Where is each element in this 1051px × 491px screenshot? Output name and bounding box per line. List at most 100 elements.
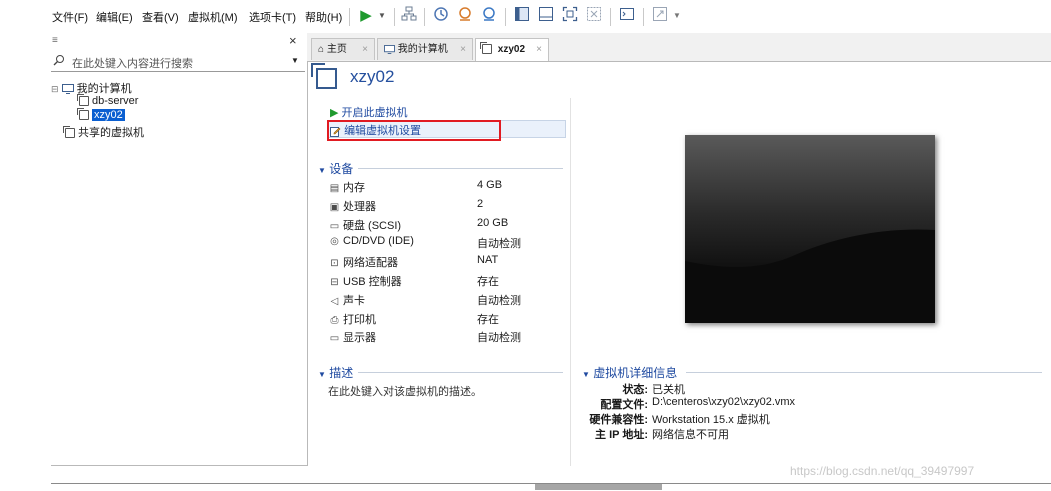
vm-screen-preview[interactable] bbox=[685, 135, 935, 323]
device-name: 打印机 bbox=[343, 313, 376, 326]
library-view-icon[interactable] bbox=[513, 6, 531, 26]
library-close-icon[interactable]: × bbox=[289, 33, 297, 48]
close-icon[interactable]: × bbox=[362, 39, 368, 61]
menu-file[interactable]: 文件(F) bbox=[52, 9, 88, 25]
device-name: 处理器 bbox=[343, 200, 376, 213]
tab-label: 我的计算机 bbox=[397, 44, 448, 55]
snapshot-restore-icon[interactable] bbox=[456, 6, 474, 26]
device-row-name[interactable]: ⊡ 网络适配器 bbox=[328, 254, 398, 270]
action-label: 开启此虚拟机 bbox=[341, 107, 408, 119]
close-icon[interactable]: × bbox=[536, 39, 542, 61]
device-value: 2 bbox=[477, 197, 484, 210]
snapshot-manager-icon[interactable] bbox=[480, 6, 498, 26]
network-icon[interactable] bbox=[400, 6, 418, 26]
description-field[interactable]: 在此处键入对该虚拟机的描述。 bbox=[328, 383, 482, 399]
device-value: 存在 bbox=[477, 276, 499, 288]
vm-details-section-header[interactable]: ▼ 虚拟机详细信息 bbox=[582, 364, 677, 381]
device-name: CD/DVD (IDE) bbox=[343, 235, 414, 248]
tree-label: xzy02 bbox=[92, 109, 125, 121]
device-row-name[interactable]: ⎙ 打印机 bbox=[328, 311, 377, 327]
vm-icon bbox=[311, 63, 337, 89]
column-divider bbox=[570, 98, 571, 466]
vm-icon bbox=[77, 108, 89, 121]
network-adapter-icon: ⊡ bbox=[330, 258, 339, 270]
detail-value-config-file: D:\centeros\xzy02\xzy02.vmx bbox=[652, 396, 796, 408]
collapse-icon[interactable]: ⊟ bbox=[51, 84, 59, 94]
toolbar-separator bbox=[505, 8, 506, 26]
tree-item-my-computer[interactable]: ⊟ 我的计算机 bbox=[51, 80, 132, 96]
stretch-icon[interactable] bbox=[651, 6, 669, 26]
tab-xzy02[interactable]: xzy02 × bbox=[475, 38, 549, 61]
devices-section-header[interactable]: ▼ 设备 bbox=[318, 160, 353, 177]
device-row-name[interactable]: ◎ CD/DVD (IDE) bbox=[328, 235, 414, 247]
toolbar-separator bbox=[643, 8, 644, 26]
dropdown-icon[interactable]: ▼ bbox=[668, 6, 686, 26]
device-name: 显示器 bbox=[343, 332, 376, 345]
device-name: 声卡 bbox=[343, 294, 365, 307]
detail-label-compatibility: 硬件兼容性: bbox=[589, 414, 648, 426]
watermark: https://blog.csdn.net/qq_39497997 bbox=[790, 464, 975, 478]
dropdown-icon[interactable]: ▼ bbox=[373, 6, 391, 26]
device-name: 网络适配器 bbox=[343, 257, 398, 270]
display-icon: ▭ bbox=[329, 333, 340, 345]
detail-label-config-file: 配置文件: bbox=[600, 399, 648, 411]
tree-item-shared-vms[interactable]: 共享的虚拟机 bbox=[63, 124, 144, 140]
tree-item-db-server[interactable]: db-server bbox=[77, 94, 139, 107]
tree-label: db-server bbox=[92, 95, 139, 107]
device-row-name[interactable]: ▣ 处理器 bbox=[328, 198, 376, 214]
memory-icon: ▤ bbox=[329, 183, 340, 194]
tree-item-xzy02[interactable]: xzy02 bbox=[77, 108, 125, 121]
unity-icon[interactable] bbox=[585, 6, 603, 26]
thumbnail-view-icon[interactable] bbox=[537, 6, 555, 26]
computer-icon bbox=[61, 83, 77, 95]
horizontal-scrollbar[interactable] bbox=[535, 484, 662, 490]
preview-graphic bbox=[685, 135, 935, 323]
menu-vm[interactable]: 虚拟机(M) bbox=[188, 9, 238, 25]
chevron-down-icon[interactable]: ▼ bbox=[291, 56, 299, 65]
device-value: 自动检测 bbox=[477, 332, 521, 345]
library-search[interactable]: 在此处键入内容进行搜索 ▼ bbox=[51, 53, 305, 72]
chevron-down-icon[interactable]: ▼ bbox=[318, 370, 326, 379]
toolbar-separator bbox=[394, 8, 395, 26]
sound-icon: ◁ bbox=[330, 295, 339, 307]
toolbar-separator bbox=[349, 8, 350, 26]
tree-label: 共享的虚拟机 bbox=[78, 127, 144, 139]
device-row-name[interactable]: ▤ 内存 bbox=[328, 179, 365, 195]
detail-value-ip: 网络信息不可用 bbox=[652, 429, 729, 441]
console-icon[interactable] bbox=[618, 6, 636, 26]
chevron-down-icon[interactable]: ▼ bbox=[582, 370, 590, 379]
device-row-name[interactable]: ◁ 声卡 bbox=[328, 292, 365, 308]
annotation-highlight-box bbox=[327, 120, 501, 141]
menu-help[interactable]: 帮助(H) bbox=[305, 9, 342, 25]
device-value: 自动检测 bbox=[477, 294, 521, 307]
device-row-name[interactable]: ▭ 显示器 bbox=[328, 329, 376, 345]
section-title: 设备 bbox=[329, 162, 354, 176]
library-header: ≡ × bbox=[51, 33, 307, 51]
description-section-header[interactable]: ▼ 描述 bbox=[318, 364, 353, 381]
detail-label-status: 状态: bbox=[622, 384, 648, 396]
library-grip-icon: ≡ bbox=[52, 35, 58, 46]
device-row-name[interactable]: ⊟ USB 控制器 bbox=[328, 273, 401, 289]
tab-bar: ⌂ 主页 × 我的计算机 × xzy02 × bbox=[307, 33, 1051, 62]
toolbar-separator bbox=[610, 8, 611, 26]
vm-icon bbox=[480, 42, 492, 55]
device-value: 存在 bbox=[477, 313, 499, 326]
tab-home[interactable]: ⌂ 主页 × bbox=[311, 38, 375, 60]
tab-my-computer[interactable]: 我的计算机 × bbox=[377, 38, 473, 60]
search-input[interactable]: 在此处键入内容进行搜索 bbox=[72, 55, 193, 71]
tab-label: xzy02 bbox=[497, 44, 526, 55]
power-on-button[interactable]: ▶ 开启此虚拟机 bbox=[330, 104, 408, 120]
section-divider bbox=[358, 372, 563, 373]
chevron-down-icon[interactable]: ▼ bbox=[318, 166, 326, 175]
fullscreen-icon[interactable] bbox=[561, 6, 579, 26]
device-row-name[interactable]: ▭ 硬盘 (SCSI) bbox=[328, 217, 401, 233]
menu-tabs[interactable]: 选项卡(T) bbox=[249, 9, 296, 25]
device-value: 自动检测 bbox=[477, 238, 521, 251]
home-icon: ⌂ bbox=[318, 44, 325, 55]
cpu-icon: ▣ bbox=[329, 201, 340, 213]
device-name: 内存 bbox=[343, 182, 365, 194]
menu-edit[interactable]: 编辑(E) bbox=[96, 9, 133, 25]
snapshot-icon[interactable] bbox=[432, 6, 450, 26]
close-icon[interactable]: × bbox=[460, 39, 466, 61]
menu-view[interactable]: 查看(V) bbox=[142, 9, 179, 25]
